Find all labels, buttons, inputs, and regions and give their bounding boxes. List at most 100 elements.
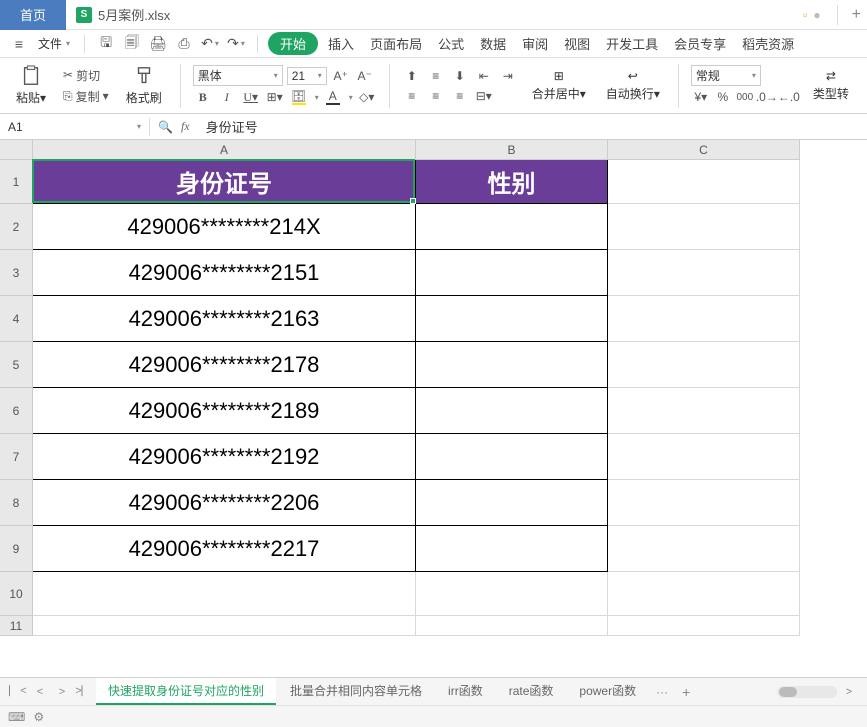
table-cell[interactable]	[416, 616, 608, 636]
status-icon[interactable]: ⌨	[8, 710, 25, 724]
table-cell[interactable]: 429006********214X	[33, 204, 416, 250]
table-cell[interactable]	[608, 204, 800, 250]
table-cell[interactable]	[416, 204, 608, 250]
sheet-nav-first[interactable]: ⎸<	[8, 682, 28, 702]
increase-indent-button[interactable]: ⇥	[498, 67, 518, 85]
align-center-button[interactable]: ≡	[426, 87, 446, 105]
sheet-tab[interactable]: power函数	[567, 678, 648, 705]
home-tab[interactable]: 首页	[0, 0, 66, 30]
formula-input[interactable]: 身份证号	[198, 115, 867, 138]
format-painter-button[interactable]: 格式刷	[120, 63, 168, 108]
row-header[interactable]: 8	[0, 480, 33, 526]
table-cell[interactable]	[416, 480, 608, 526]
file-tab[interactable]: S 5月案例.xlsx	[66, 0, 180, 30]
font-name-select[interactable]: 黑体▾	[193, 65, 283, 86]
currency-button[interactable]: ¥▾	[691, 88, 711, 106]
save-as-icon[interactable]: 🗐	[121, 33, 143, 55]
table-cell[interactable]: 429006********2217	[33, 526, 416, 572]
row-header[interactable]: 10	[0, 572, 33, 616]
table-cell[interactable]	[416, 296, 608, 342]
row-header[interactable]: 5	[0, 342, 33, 388]
table-cell[interactable]	[608, 250, 800, 296]
gear-icon[interactable]: ⚙	[33, 710, 44, 724]
menu-formula[interactable]: 公式	[432, 34, 470, 53]
bold-button[interactable]: B	[193, 88, 213, 106]
table-cell[interactable]	[608, 572, 800, 616]
table-cell[interactable]	[416, 434, 608, 480]
row-header[interactable]: 1	[0, 160, 33, 204]
table-cell[interactable]	[416, 526, 608, 572]
copy-button[interactable]: ⎘复制▾	[60, 87, 112, 106]
distribute-button[interactable]: ⊟▾	[474, 87, 494, 105]
menu-data[interactable]: 数据	[474, 34, 512, 53]
table-cell[interactable]	[33, 616, 416, 636]
menu-dev-tools[interactable]: 开发工具	[600, 34, 664, 53]
paste-button[interactable]: 粘贴▾	[10, 63, 52, 108]
fill-color-button[interactable]: 🗄	[289, 88, 309, 106]
table-cell[interactable]	[608, 296, 800, 342]
table-cell[interactable]	[416, 342, 608, 388]
font-size-select[interactable]: 21▾	[287, 67, 327, 85]
col-header-c[interactable]: C	[608, 140, 800, 160]
cut-button[interactable]: ✂剪切	[60, 66, 112, 85]
table-cell[interactable]	[33, 572, 416, 616]
clear-format-button[interactable]: ◇▾	[357, 88, 377, 106]
row-header[interactable]: 11	[0, 616, 33, 636]
cell-c1[interactable]	[608, 160, 800, 204]
sheet-more-button[interactable]: ···	[650, 685, 674, 699]
row-header[interactable]: 6	[0, 388, 33, 434]
fx-label[interactable]: fx	[181, 119, 190, 134]
menu-insert[interactable]: 插入	[322, 34, 360, 53]
table-cell[interactable]: 429006********2151	[33, 250, 416, 296]
print-icon[interactable]: 🖨	[147, 33, 169, 55]
merge-button[interactable]: ⊞ 合并居中▾	[526, 67, 592, 104]
align-bottom-button[interactable]: ⬇	[450, 67, 470, 85]
menu-resources[interactable]: 稻壳资源	[736, 34, 800, 53]
increase-decimal-button[interactable]: .0→	[757, 88, 777, 106]
table-cell[interactable]	[608, 342, 800, 388]
sheet-nav-last[interactable]: >⎸	[74, 682, 94, 702]
table-cell[interactable]: 429006********2163	[33, 296, 416, 342]
table-cell[interactable]: 429006********2192	[33, 434, 416, 480]
align-right-button[interactable]: ≡	[450, 87, 470, 105]
save-icon[interactable]: 🖫	[95, 33, 117, 55]
scroll-right-button[interactable]: >	[839, 682, 859, 702]
row-header[interactable]: 4	[0, 296, 33, 342]
table-cell[interactable]	[608, 616, 800, 636]
table-cell[interactable]	[416, 250, 608, 296]
decrease-font-button[interactable]: A⁻	[355, 67, 375, 85]
align-left-button[interactable]: ≡	[402, 87, 422, 105]
table-cell[interactable]	[416, 572, 608, 616]
hamburger-icon[interactable]: ≡	[8, 33, 30, 55]
sheet-tab[interactable]: 批量合并相同内容单元格	[278, 678, 434, 705]
decrease-indent-button[interactable]: ⇤	[474, 67, 494, 85]
sheet-tab[interactable]: irr函数	[436, 678, 495, 705]
table-cell[interactable]: 429006********2178	[33, 342, 416, 388]
sheet-tab[interactable]: rate函数	[497, 678, 566, 705]
undo-icon[interactable]: ↶▾	[199, 33, 221, 55]
row-header[interactable]: 2	[0, 204, 33, 250]
new-tab-button[interactable]: +	[846, 6, 867, 24]
file-menu[interactable]: 文件▾	[34, 35, 74, 52]
increase-font-button[interactable]: A⁺	[331, 67, 351, 85]
sheet-tab-active[interactable]: 快速提取身份证号对应的性别	[96, 678, 276, 705]
cell-area[interactable]: 身份证号 性别 429006********214X 429006*******…	[33, 160, 800, 636]
cell-b1[interactable]: 性别	[416, 160, 608, 204]
menu-page-layout[interactable]: 页面布局	[364, 34, 428, 53]
start-menu[interactable]: 开始	[268, 32, 318, 55]
align-top-button[interactable]: ⬆	[402, 67, 422, 85]
col-header-b[interactable]: B	[416, 140, 608, 160]
table-cell[interactable]	[608, 388, 800, 434]
col-header-a[interactable]: A	[33, 140, 416, 160]
name-box[interactable]: A1▾	[0, 118, 150, 136]
sheet-nav-prev[interactable]: <	[30, 682, 50, 702]
row-header[interactable]: 9	[0, 526, 33, 572]
zoom-fx-icon[interactable]: 🔍	[158, 120, 173, 134]
align-middle-button[interactable]: ≡	[426, 67, 446, 85]
menu-review[interactable]: 审阅	[516, 34, 554, 53]
thousands-button[interactable]: 000	[735, 88, 755, 106]
table-cell[interactable]	[608, 434, 800, 480]
horizontal-scrollbar[interactable]	[777, 686, 837, 698]
type-convert-button[interactable]: ⇄ 类型转	[807, 67, 855, 104]
print-preview-icon[interactable]: ⎙	[173, 33, 195, 55]
